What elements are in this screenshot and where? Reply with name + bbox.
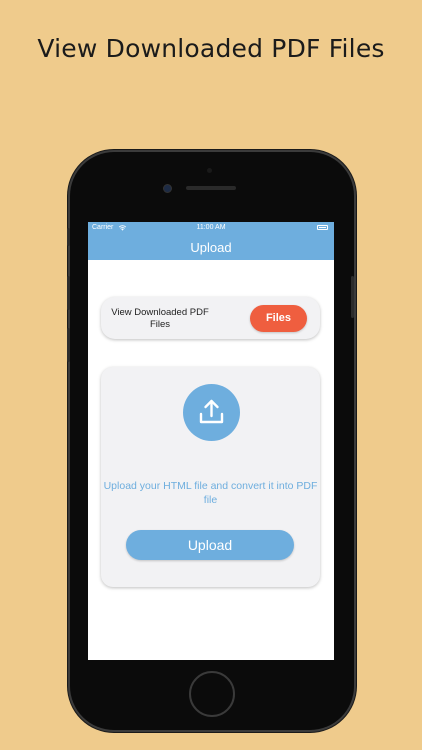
app-screen: Carrier 11:00 AM Upload View Downloaded … [88, 222, 334, 660]
upload-card: Upload your HTML file and convert it int… [101, 367, 320, 587]
volume-up-button [67, 276, 70, 310]
files-button[interactable]: Files [250, 305, 307, 332]
status-time: 11:00 AM [196, 224, 226, 231]
power-button [351, 276, 354, 318]
battery-icon [317, 225, 328, 230]
volume-down-button [67, 328, 70, 362]
upload-description: Upload your HTML file and convert it int… [103, 480, 318, 506]
page-headline: View Downloaded PDF Files [37, 34, 385, 63]
downloaded-files-card: View Downloaded PDF Files Files [101, 297, 320, 339]
upload-button[interactable]: Upload [126, 530, 294, 560]
phone-sensor [207, 168, 212, 173]
phone-side-button [67, 228, 70, 246]
phone-camera [163, 184, 172, 193]
upload-icon-button[interactable] [183, 384, 240, 441]
home-button[interactable] [189, 671, 235, 717]
nav-title: Upload [190, 240, 232, 255]
navigation-bar: Carrier 11:00 AM Upload [88, 222, 334, 260]
phone-speaker [186, 186, 236, 190]
files-card-label: View Downloaded PDF Files [111, 307, 209, 330]
upload-icon [199, 399, 224, 424]
